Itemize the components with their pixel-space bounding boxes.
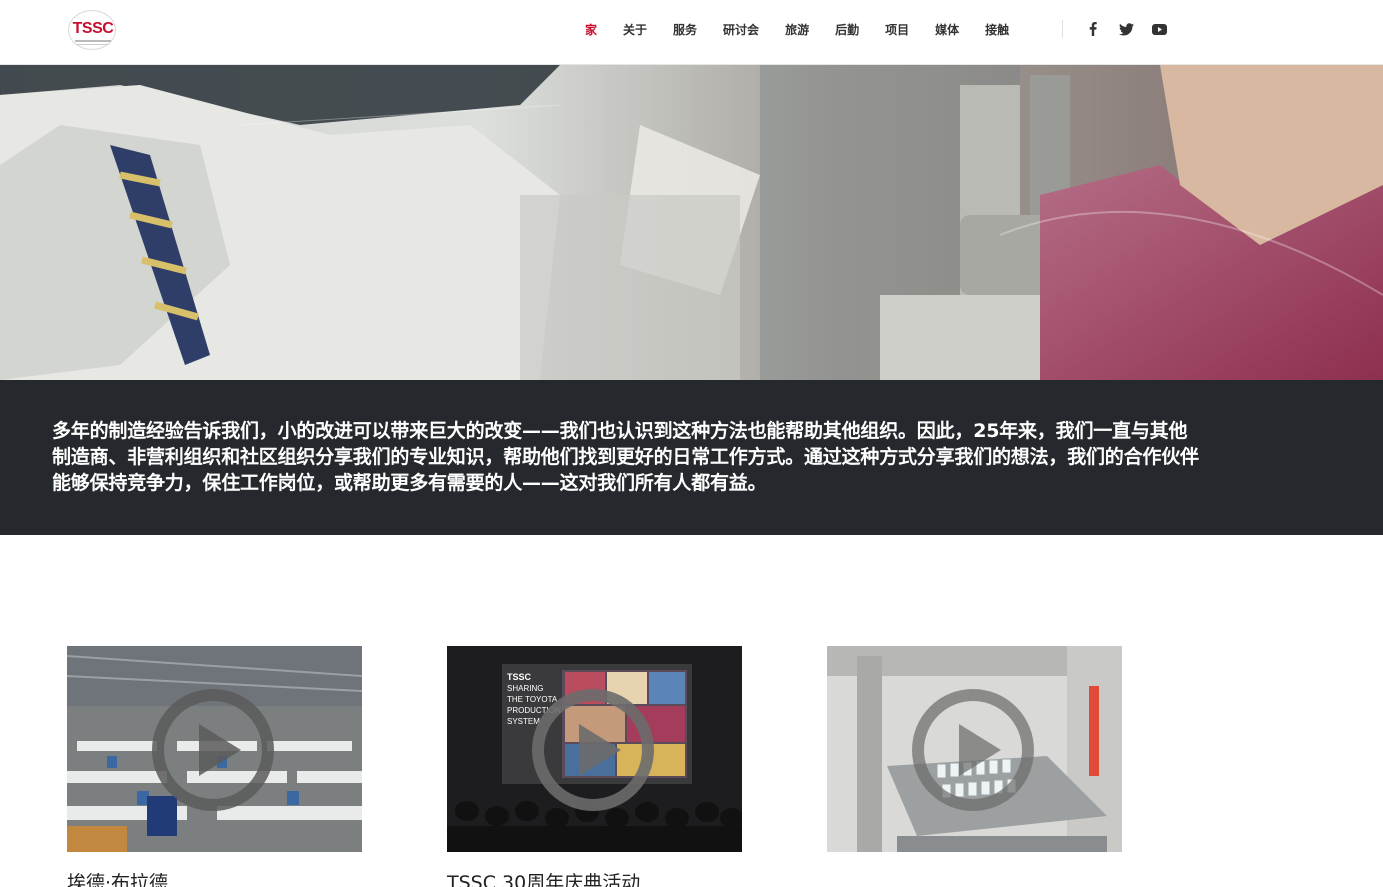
video-thumbnail[interactable] [67, 646, 362, 852]
logo-text: TSSC [72, 20, 114, 37]
video-thumbnail[interactable] [827, 646, 1122, 852]
video-card [827, 646, 1122, 852]
logo-tagline-line [75, 40, 111, 42]
hero-banner-image [0, 65, 1383, 380]
nav-item-home[interactable]: 家 [572, 19, 610, 41]
video-card: 埃德·布拉德 [67, 646, 362, 887]
facebook-icon[interactable] [1084, 20, 1102, 38]
tssc-logo[interactable]: TSSC [68, 10, 116, 50]
video-title[interactable]: 埃德·布拉德 [67, 868, 168, 887]
site-header: TSSC 家 关于 服务 研讨会 旅游 后勤 项目 媒体 接触 [0, 0, 1383, 65]
nav-item-seminars[interactable]: 研讨会 [710, 19, 772, 41]
nav-divider [1062, 20, 1063, 38]
play-icon[interactable] [151, 688, 275, 812]
logo-tagline-line-2 [77, 44, 109, 45]
nav-item-media[interactable]: 媒体 [922, 19, 972, 41]
nav-item-projects[interactable]: 项目 [872, 19, 922, 41]
video-thumbnail[interactable]: TSSC SHARING THE TOYOTA PRODUCTION SYSTE… [447, 646, 742, 852]
intro-text: 多年的制造经验告诉我们，小的改进可以带来巨大的改变——我们也认识到这种方法也能帮… [52, 420, 1199, 494]
nav-item-logistics[interactable]: 后勤 [822, 19, 872, 41]
screen-line: TSSC [507, 672, 532, 682]
youtube-icon[interactable] [1150, 20, 1168, 38]
video-title[interactable]: TSSC 30周年庆典活动 [447, 868, 640, 887]
twitter-icon[interactable] [1117, 20, 1135, 38]
social-links [1084, 20, 1168, 38]
nav-item-contact[interactable]: 接触 [972, 19, 1022, 41]
nav-item-tours[interactable]: 旅游 [772, 19, 822, 41]
video-card: TSSC SHARING THE TOYOTA PRODUCTION SYSTE… [447, 646, 742, 887]
main-nav: 家 关于 服务 研讨会 旅游 后勤 项目 媒体 接触 [572, 19, 1022, 41]
nav-item-services[interactable]: 服务 [660, 19, 710, 41]
play-icon[interactable] [911, 688, 1035, 812]
play-icon[interactable] [531, 688, 655, 812]
intro-section: 多年的制造经验告诉我们，小的改进可以带来巨大的改变——我们也认识到这种方法也能帮… [0, 380, 1383, 535]
nav-item-about[interactable]: 关于 [610, 19, 660, 41]
